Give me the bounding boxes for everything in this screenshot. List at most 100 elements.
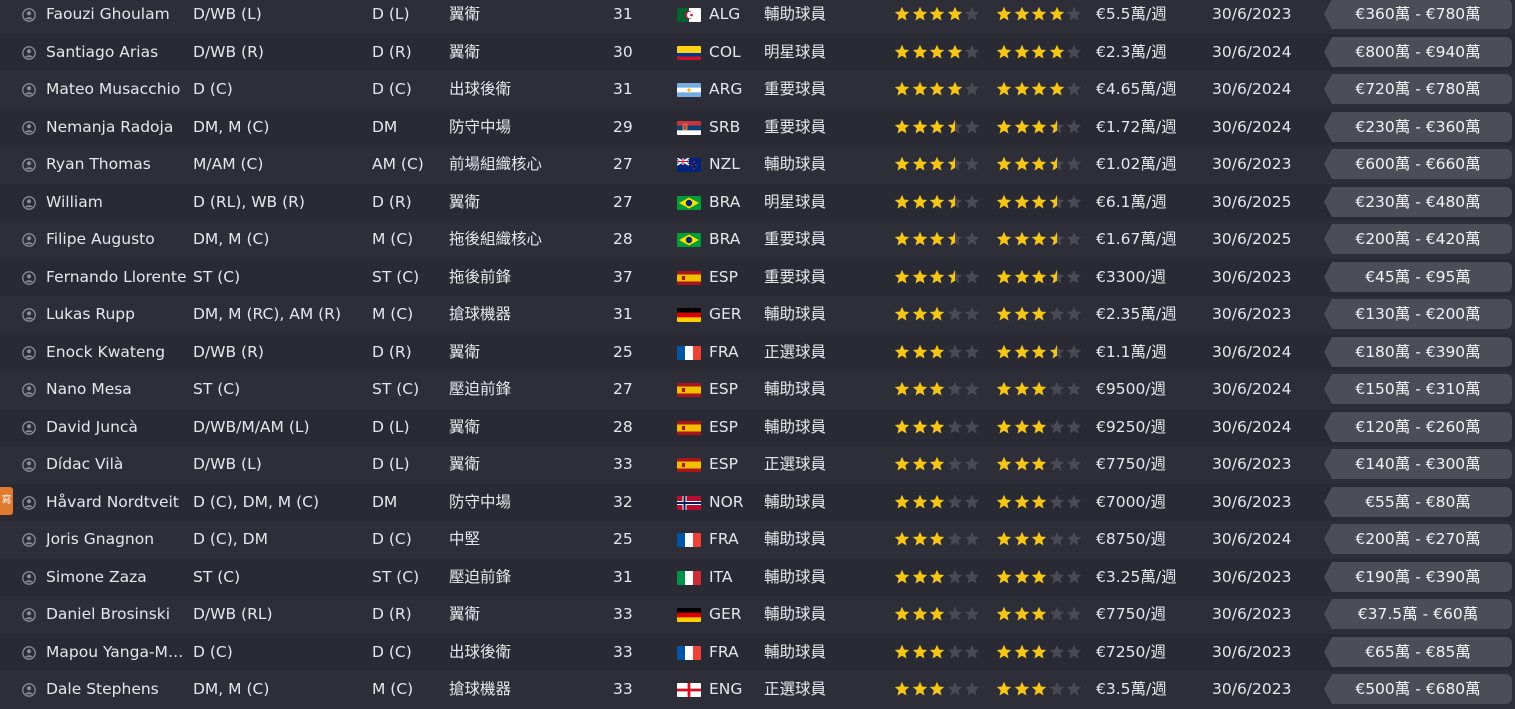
player-name[interactable]: Håvard Nordtveit	[46, 484, 188, 522]
player-role: 出球後衛	[449, 80, 512, 98]
star-empty-icon	[1066, 456, 1082, 472]
player-nationality: GER	[709, 305, 742, 323]
player-name[interactable]: Nano Mesa	[46, 371, 188, 409]
table-row[interactable]: Mapou Yanga-Mb... D (C) D (C) 出球後衛 33 FR…	[0, 633, 1515, 672]
star-empty-icon	[1049, 306, 1065, 322]
transfer-value-badge[interactable]: €230萬 - €480萬	[1324, 186, 1512, 217]
player-profile-icon[interactable]	[22, 308, 36, 322]
transfer-value-badge[interactable]: €600萬 - €660萬	[1324, 149, 1512, 179]
player-role: 拖後組織核心	[449, 230, 543, 248]
table-row[interactable]: Simone Zaza ST (C) ST (C) 壓迫前鋒 31 ITA 輔助…	[0, 558, 1515, 597]
player-profile-icon[interactable]	[22, 195, 36, 210]
table-row[interactable]: Håvard Nordtveit D (C), DM, M (C) DM 防守中…	[0, 483, 1515, 522]
player-profile-icon[interactable]	[22, 158, 36, 172]
player-name[interactable]: Daniel Brosinski	[46, 596, 188, 634]
transfer-value-badge[interactable]: €800萬 - €940萬	[1324, 36, 1512, 67]
table-row[interactable]: Faouzi Ghoulam D/WB (L) D (L) 翼衛 31 ALG …	[0, 0, 1515, 34]
transfer-value-badge[interactable]: €360萬 - €780萬	[1324, 0, 1512, 29]
player-profile-icon[interactable]	[22, 83, 36, 97]
player-wage: €2.3萬/週	[1096, 42, 1167, 61]
player-squad-status: 正選球員	[764, 680, 827, 698]
player-profile-icon[interactable]	[22, 645, 36, 660]
player-name[interactable]: Enock Kwateng	[46, 334, 188, 372]
player-name[interactable]: Mateo Musacchio	[46, 71, 188, 109]
transfer-value-badge[interactable]: €45萬 - €95萬	[1324, 261, 1512, 292]
table-row[interactable]: Dídac Vilà D/WB (L) D (L) 翼衛 33 ESP 正選球員…	[0, 446, 1515, 484]
player-name[interactable]: Fernando Llorente	[46, 259, 188, 297]
star-empty-icon	[964, 531, 980, 547]
player-profile-icon[interactable]	[22, 383, 36, 397]
player-name[interactable]: Nemanja Radoja	[46, 109, 188, 147]
player-profile-icon[interactable]	[22, 345, 36, 360]
transfer-value-badge[interactable]: €190萬 - €390萬	[1324, 561, 1512, 592]
star-empty-icon	[964, 81, 980, 97]
transfer-value-badge[interactable]: €500萬 - €680萬	[1324, 674, 1512, 704]
player-name[interactable]: Joris Gnagnon	[46, 521, 188, 559]
player-name[interactable]: Faouzi Ghoulam	[46, 0, 188, 34]
player-role: 壓迫前鋒	[449, 380, 512, 398]
player-profile-icon[interactable]	[22, 533, 36, 547]
transfer-value-badge[interactable]: €140萬 - €300萬	[1324, 449, 1512, 479]
star-full-icon	[1031, 569, 1047, 585]
current-ability-stars	[894, 269, 982, 285]
table-row[interactable]: Nano Mesa ST (C) ST (C) 壓迫前鋒 27 ESP 輔助球員…	[0, 371, 1515, 409]
player-name[interactable]: Simone Zaza	[46, 559, 188, 597]
player-profile-icon[interactable]	[22, 8, 36, 22]
player-profile-icon[interactable]	[22, 458, 36, 472]
star-empty-icon	[1066, 6, 1082, 22]
player-profile-icon[interactable]	[22, 270, 36, 285]
player-name[interactable]: Mapou Yanga-Mb...	[46, 634, 188, 672]
player-name[interactable]: William	[46, 184, 188, 222]
transfer-value-badge[interactable]: €65萬 - €85萬	[1324, 636, 1512, 667]
player-name[interactable]: David Juncà	[46, 409, 188, 447]
player-name[interactable]: Filipe Augusto	[46, 221, 188, 259]
player-profile-icon[interactable]	[22, 45, 36, 60]
table-row[interactable]: Fernando Llorente ST (C) ST (C) 拖後前鋒 37 …	[0, 258, 1515, 297]
player-name[interactable]: Ryan Thomas	[46, 146, 188, 184]
table-row[interactable]: Joris Gnagnon D (C), DM D (C) 中堅 25 FRA …	[0, 521, 1515, 559]
player-profile-icon[interactable]	[22, 683, 36, 697]
transfer-value-badge[interactable]: €130萬 - €200萬	[1324, 299, 1512, 329]
potential-ability-stars	[996, 419, 1084, 435]
table-row[interactable]: David Juncà D/WB/M/AM (L) D (L) 翼衛 28 ES…	[0, 408, 1515, 447]
player-name[interactable]: Santiago Arias	[46, 34, 188, 72]
star-empty-icon	[1066, 606, 1082, 622]
player-profile-icon[interactable]	[22, 570, 36, 585]
transfer-value-badge[interactable]: €55萬 - €80萬	[1324, 486, 1512, 517]
player-name[interactable]: Lukas Rupp	[46, 296, 188, 334]
transfer-value-badge[interactable]: €37.5萬 - €60萬	[1324, 599, 1512, 629]
table-row[interactable]: Daniel Brosinski D/WB (RL) D (R) 翼衛 33 G…	[0, 596, 1515, 634]
player-profile-icon[interactable]	[22, 495, 36, 510]
transfer-value-badge[interactable]: €200萬 - €420萬	[1324, 224, 1512, 254]
transfer-value-badge[interactable]: €120萬 - €260萬	[1324, 411, 1512, 442]
side-tab-handle[interactable]: 寫	[0, 487, 13, 515]
table-row[interactable]: Filipe Augusto DM, M (C) M (C) 拖後組織核心 28…	[0, 221, 1515, 259]
transfer-value-badge[interactable]: €150萬 - €310萬	[1324, 374, 1512, 404]
player-profile-icon[interactable]	[22, 420, 36, 435]
transfer-value-badge[interactable]: €720萬 - €780萬	[1324, 74, 1512, 104]
table-row[interactable]: Dale Stephens DM, M (C) M (C) 搶球機器 33 EN…	[0, 671, 1515, 709]
flag-italy-icon	[677, 570, 701, 585]
star-full-icon	[1014, 6, 1030, 22]
player-wage: €6.1萬/週	[1096, 192, 1167, 211]
player-name[interactable]: Dídac Vilà	[46, 446, 188, 484]
table-row[interactable]: Mateo Musacchio D (C) D (C) 出球後衛 31 ARG …	[0, 71, 1515, 109]
table-row[interactable]: Nemanja Radoja DM, M (C) DM 防守中場 29 SRB …	[0, 108, 1515, 147]
player-profile-icon[interactable]	[22, 233, 36, 247]
transfer-value-badge[interactable]: €230萬 - €360萬	[1324, 111, 1512, 142]
table-row[interactable]: Lukas Rupp DM, M (RC), AM (R) M (C) 搶球機器…	[0, 296, 1515, 334]
player-name[interactable]: Dale Stephens	[46, 671, 188, 709]
current-ability-stars	[894, 194, 982, 210]
star-full-icon	[1049, 81, 1065, 97]
player-profile-icon[interactable]	[22, 120, 36, 135]
table-row[interactable]: William D (RL), WB (R) D (R) 翼衛 27 BRA 明…	[0, 183, 1515, 222]
player-profile-icon[interactable]	[22, 608, 36, 622]
transfer-value-badge[interactable]: €200萬 - €270萬	[1324, 524, 1512, 554]
table-row[interactable]: Enock Kwateng D/WB (R) D (R) 翼衛 25 FRA 正…	[0, 333, 1515, 372]
star-full-icon	[996, 381, 1012, 397]
transfer-value-badge[interactable]: €180萬 - €390萬	[1324, 336, 1512, 367]
player-squad-status: 輔助球員	[764, 567, 827, 586]
star-empty-icon	[1066, 231, 1082, 247]
table-row[interactable]: Ryan Thomas M/AM (C) AM (C) 前場組織核心 27 NZ…	[0, 146, 1515, 184]
table-row[interactable]: Santiago Arias D/WB (R) D (R) 翼衛 30 COL …	[0, 33, 1515, 72]
